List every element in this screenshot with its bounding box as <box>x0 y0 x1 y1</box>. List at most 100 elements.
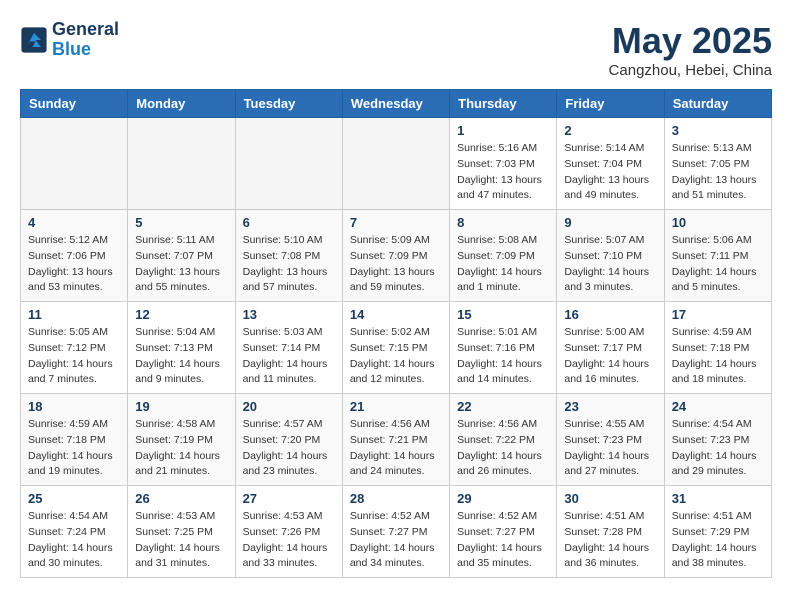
logo: General Blue <box>20 20 119 60</box>
day-number: 4 <box>28 215 120 230</box>
day-number: 1 <box>457 123 549 138</box>
day-number: 30 <box>564 491 656 506</box>
calendar-cell <box>21 118 128 210</box>
day-info: Sunrise: 4:54 AM Sunset: 7:23 PM Dayligh… <box>672 417 764 480</box>
weekday-header-thursday: Thursday <box>450 90 557 118</box>
calendar-cell: 28 Sunrise: 4:52 AM Sunset: 7:27 PM Dayli… <box>342 486 449 578</box>
weekday-header-row: SundayMondayTuesdayWednesdayThursdayFrid… <box>21 90 772 118</box>
day-info: Sunrise: 4:55 AM Sunset: 7:23 PM Dayligh… <box>564 417 656 480</box>
day-number: 24 <box>672 399 764 414</box>
day-number: 27 <box>243 491 335 506</box>
month-title: May 2025 <box>609 20 772 62</box>
day-number: 26 <box>135 491 227 506</box>
day-info: Sunrise: 5:03 AM Sunset: 7:14 PM Dayligh… <box>243 325 335 388</box>
day-number: 14 <box>350 307 442 322</box>
calendar-cell: 19Sunrise: 4:58 AM Sunset: 7:19 PM Dayli… <box>128 394 235 486</box>
day-info: Sunrise: 5:12 AM Sunset: 7:06 PM Dayligh… <box>28 233 120 296</box>
day-number: 29 <box>457 491 549 506</box>
weekday-header-sunday: Sunday <box>21 90 128 118</box>
day-number: 5 <box>135 215 227 230</box>
calendar-cell: 26 Sunrise: 4:53 AM Sunset: 7:25 PM Dayli… <box>128 486 235 578</box>
calendar-cell: 6Sunrise: 5:10 AM Sunset: 7:08 PM Daylig… <box>235 210 342 302</box>
day-number: 11 <box>28 307 120 322</box>
day-info: Sunrise: 5:09 AM Sunset: 7:09 PM Dayligh… <box>350 233 442 296</box>
weekday-header-wednesday: Wednesday <box>342 90 449 118</box>
calendar-cell: 1Sunrise: 5:16 AM Sunset: 7:03 PM Daylig… <box>450 118 557 210</box>
day-info: Sunrise: 4:52 AM Sunset: 7:27 PM Dayligh… <box>457 509 549 572</box>
day-info: Sunrise: 5:02 AM Sunset: 7:15 PM Dayligh… <box>350 325 442 388</box>
logo-text: General Blue <box>52 20 119 60</box>
title-block: May 2025 Cangzhou, Hebei, China <box>609 20 772 79</box>
day-info: Sunrise: 5:00 AM Sunset: 7:17 PM Dayligh… <box>564 325 656 388</box>
day-number: 25 <box>28 491 120 506</box>
calendar-cell: 31 Sunrise: 4:51 AM Sunset: 7:29 PM Dayli… <box>664 486 771 578</box>
day-number: 10 <box>672 215 764 230</box>
day-info: Sunrise: 4:51 AM Sunset: 7:28 PM Dayligh… <box>564 509 656 572</box>
week-row-1: 1Sunrise: 5:16 AM Sunset: 7:03 PM Daylig… <box>21 118 772 210</box>
calendar-cell: 27 Sunrise: 4:53 AM Sunset: 7:26 PM Dayli… <box>235 486 342 578</box>
day-info: Sunrise: 4:53 AM Sunset: 7:26 PM Dayligh… <box>243 509 335 572</box>
day-number: 3 <box>672 123 764 138</box>
day-info: Sunrise: 5:06 AM Sunset: 7:11 PM Dayligh… <box>672 233 764 296</box>
day-info: Sunrise: 4:56 AM Sunset: 7:21 PM Dayligh… <box>350 417 442 480</box>
calendar-cell: 16 Sunrise: 5:00 AM Sunset: 7:17 PM Dayli… <box>557 302 664 394</box>
day-number: 2 <box>564 123 656 138</box>
calendar-cell: 12 Sunrise: 5:04 AM Sunset: 7:13 PM Dayli… <box>128 302 235 394</box>
day-number: 15 <box>457 307 549 322</box>
calendar-cell: 14 Sunrise: 5:02 AM Sunset: 7:15 PM Dayli… <box>342 302 449 394</box>
weekday-header-saturday: Saturday <box>664 90 771 118</box>
day-number: 9 <box>564 215 656 230</box>
calendar-cell: 13 Sunrise: 5:03 AM Sunset: 7:14 PM Dayli… <box>235 302 342 394</box>
calendar-cell: 9 Sunrise: 5:07 AM Sunset: 7:10 PM Daylig… <box>557 210 664 302</box>
day-info: Sunrise: 4:59 AM Sunset: 7:18 PM Dayligh… <box>28 417 120 480</box>
calendar-cell: 20 Sunrise: 4:57 AM Sunset: 7:20 PM Dayli… <box>235 394 342 486</box>
calendar-cell: 25 Sunrise: 4:54 AM Sunset: 7:24 PM Dayli… <box>21 486 128 578</box>
day-info: Sunrise: 5:04 AM Sunset: 7:13 PM Dayligh… <box>135 325 227 388</box>
calendar-cell: 18 Sunrise: 4:59 AM Sunset: 7:18 PM Dayli… <box>21 394 128 486</box>
day-info: Sunrise: 5:13 AM Sunset: 7:05 PM Dayligh… <box>672 141 764 204</box>
calendar-cell: 8 Sunrise: 5:08 AM Sunset: 7:09 PM Daylig… <box>450 210 557 302</box>
day-number: 31 <box>672 491 764 506</box>
day-number: 22 <box>457 399 549 414</box>
week-row-2: 4 Sunrise: 5:12 AM Sunset: 7:06 PM Daylig… <box>21 210 772 302</box>
calendar-cell <box>342 118 449 210</box>
day-number: 18 <box>28 399 120 414</box>
day-number: 21 <box>350 399 442 414</box>
day-info: Sunrise: 4:57 AM Sunset: 7:20 PM Dayligh… <box>243 417 335 480</box>
day-number: 13 <box>243 307 335 322</box>
calendar-cell: 17Sunrise: 4:59 AM Sunset: 7:18 PM Dayli… <box>664 302 771 394</box>
day-info: Sunrise: 4:53 AM Sunset: 7:25 PM Dayligh… <box>135 509 227 572</box>
location-subtitle: Cangzhou, Hebei, China <box>609 62 772 79</box>
day-number: 8 <box>457 215 549 230</box>
day-number: 28 <box>350 491 442 506</box>
calendar-cell: 3 Sunrise: 5:13 AM Sunset: 7:05 PM Daylig… <box>664 118 771 210</box>
day-info: Sunrise: 4:52 AM Sunset: 7:27 PM Dayligh… <box>350 509 442 572</box>
day-info: Sunrise: 5:08 AM Sunset: 7:09 PM Dayligh… <box>457 233 549 296</box>
calendar-cell: 4 Sunrise: 5:12 AM Sunset: 7:06 PM Daylig… <box>21 210 128 302</box>
day-number: 12 <box>135 307 227 322</box>
calendar-cell: 7 Sunrise: 5:09 AM Sunset: 7:09 PM Daylig… <box>342 210 449 302</box>
calendar-cell: 5Sunrise: 5:11 AM Sunset: 7:07 PM Daylig… <box>128 210 235 302</box>
day-number: 23 <box>564 399 656 414</box>
day-info: Sunrise: 4:54 AM Sunset: 7:24 PM Dayligh… <box>28 509 120 572</box>
calendar-cell <box>128 118 235 210</box>
day-info: Sunrise: 5:14 AM Sunset: 7:04 PM Dayligh… <box>564 141 656 204</box>
day-info: Sunrise: 4:58 AM Sunset: 7:19 PM Dayligh… <box>135 417 227 480</box>
calendar-cell: 29 Sunrise: 4:52 AM Sunset: 7:27 PM Dayli… <box>450 486 557 578</box>
day-info: Sunrise: 5:07 AM Sunset: 7:10 PM Dayligh… <box>564 233 656 296</box>
day-info: Sunrise: 4:56 AM Sunset: 7:22 PM Dayligh… <box>457 417 549 480</box>
day-number: 17 <box>672 307 764 322</box>
calendar-cell: 30 Sunrise: 4:51 AM Sunset: 7:28 PM Dayli… <box>557 486 664 578</box>
week-row-5: 25 Sunrise: 4:54 AM Sunset: 7:24 PM Dayli… <box>21 486 772 578</box>
day-number: 7 <box>350 215 442 230</box>
logo-icon <box>20 26 48 54</box>
calendar-cell <box>235 118 342 210</box>
day-number: 16 <box>564 307 656 322</box>
day-info: Sunrise: 4:51 AM Sunset: 7:29 PM Dayligh… <box>672 509 764 572</box>
calendar-cell: 23 Sunrise: 4:55 AM Sunset: 7:23 PM Dayli… <box>557 394 664 486</box>
calendar-cell: 22 Sunrise: 4:56 AM Sunset: 7:22 PM Dayli… <box>450 394 557 486</box>
day-info: Sunrise: 5:10 AM Sunset: 7:08 PM Dayligh… <box>243 233 335 296</box>
calendar-cell: 11Sunrise: 5:05 AM Sunset: 7:12 PM Dayli… <box>21 302 128 394</box>
day-number: 20 <box>243 399 335 414</box>
week-row-3: 11Sunrise: 5:05 AM Sunset: 7:12 PM Dayli… <box>21 302 772 394</box>
